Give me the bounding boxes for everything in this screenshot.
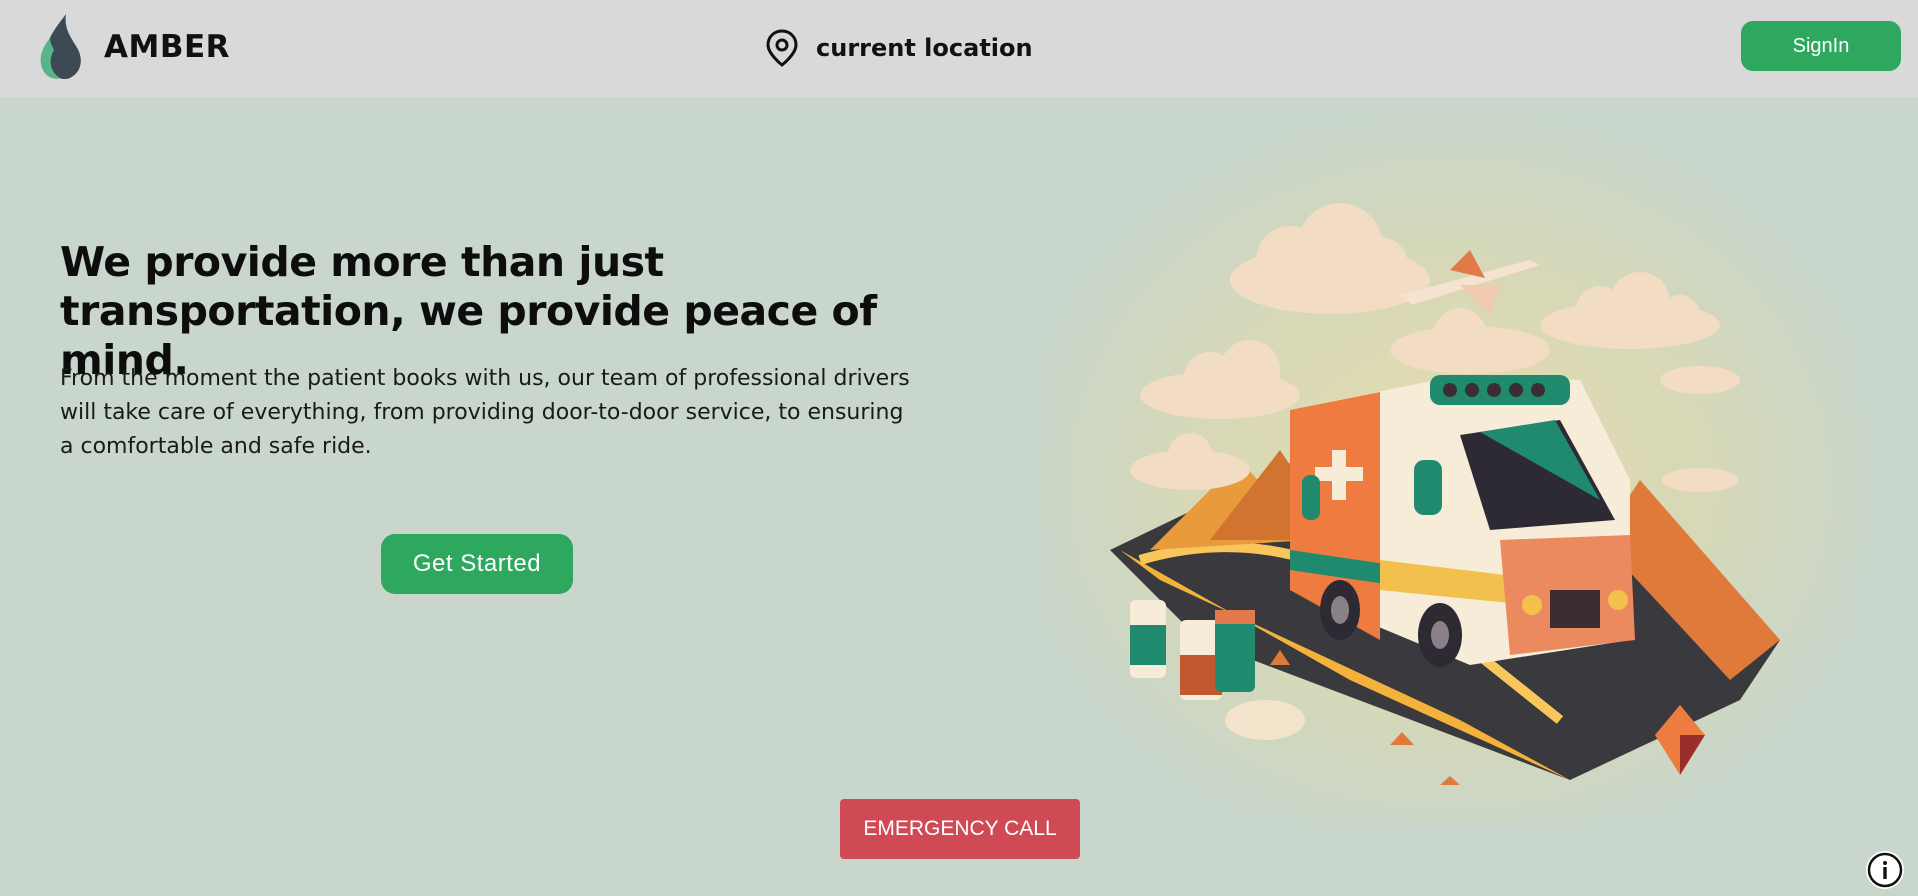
info-button[interactable] bbox=[1866, 851, 1904, 889]
hero-description: From the moment the patient books with u… bbox=[60, 366, 910, 459]
brand[interactable]: AMBER bbox=[36, 12, 230, 82]
brand-name: AMBER bbox=[104, 29, 231, 65]
get-started-button[interactable]: Get Started bbox=[381, 534, 573, 594]
signin-button[interactable]: SignIn bbox=[1741, 21, 1901, 71]
top-navbar: AMBER current location SignIn bbox=[0, 0, 1918, 97]
emergency-call-button[interactable]: EMERGENCY CALL bbox=[840, 799, 1080, 859]
info-icon bbox=[1867, 852, 1903, 888]
flame-logo-icon bbox=[40, 14, 81, 80]
location-selector[interactable]: current location bbox=[764, 28, 1033, 68]
ambulance-illustration bbox=[1040, 120, 1860, 820]
map-pin-icon bbox=[766, 29, 798, 67]
location-label: current location bbox=[816, 34, 1033, 62]
